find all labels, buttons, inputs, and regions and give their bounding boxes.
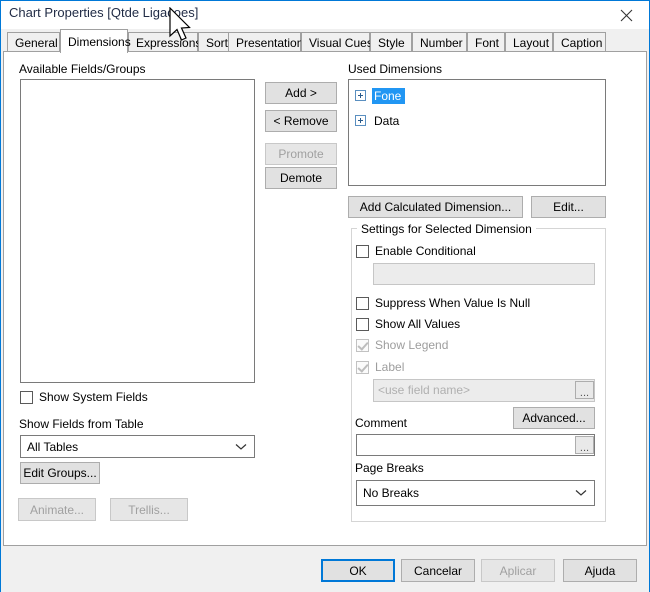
checkbox-box [20, 390, 33, 404]
plus-icon[interactable] [355, 90, 366, 101]
page-breaks-combo[interactable]: No Breaks [356, 480, 595, 506]
chevron-down-icon [235, 440, 247, 454]
used-dimension-item-fone[interactable]: Fone [355, 87, 406, 104]
trellis-button[interactable]: Trellis... [110, 498, 188, 521]
used-dimension-item-data[interactable]: Data [355, 112, 403, 129]
tab-dimensions[interactable]: Dimensions [60, 29, 131, 53]
checkbox-box [356, 296, 369, 310]
chevron-down-icon [575, 486, 587, 500]
promote-button[interactable]: Promote [265, 143, 337, 165]
add-calculated-dimension-button[interactable]: Add Calculated Dimension... [348, 196, 523, 218]
tab-general[interactable]: General [7, 32, 60, 52]
demote-button[interactable]: Demote [265, 167, 337, 189]
tab-style[interactable]: Style [370, 32, 412, 52]
tab-expressions[interactable]: Expressions [128, 32, 201, 52]
tab-layout[interactable]: Layout [505, 32, 553, 52]
available-fields-label: Available Fields/Groups [19, 62, 146, 76]
comment-browse-button[interactable]: ... [575, 436, 594, 454]
edit-dimension-button[interactable]: Edit... [531, 196, 606, 218]
remove-dimension-button[interactable]: < Remove [265, 110, 337, 132]
show-all-values-checkbox[interactable]: Show All Values [356, 317, 460, 331]
checkbox-box [356, 360, 369, 374]
comment-input[interactable] [356, 434, 595, 456]
help-button[interactable]: Ajuda [563, 559, 637, 582]
used-dimensions-label: Used Dimensions [348, 62, 443, 76]
cancel-button[interactable]: Cancelar [401, 559, 475, 582]
window-title: Chart Properties [Qtde Ligacoes] [9, 5, 199, 20]
enable-conditional-checkbox[interactable]: Enable Conditional [356, 244, 476, 258]
tab-font[interactable]: Font [467, 32, 505, 52]
tab-visual-cues[interactable]: Visual Cues [301, 32, 373, 52]
tab-presentation[interactable]: Presentation [228, 32, 303, 52]
checkbox-box [356, 338, 369, 352]
animate-button[interactable]: Animate... [18, 498, 96, 521]
tab-strip: General Dimensions Expressions Sort Pres… [1, 29, 649, 53]
show-all-values-label: Show All Values [375, 317, 461, 331]
apply-button[interactable]: Aplicar [481, 559, 555, 582]
enable-conditional-label: Enable Conditional [375, 244, 476, 258]
chart-properties-dialog: Chart Properties [Qtde Ligacoes] General… [0, 0, 650, 592]
table-filter-combo[interactable]: All Tables [20, 435, 255, 458]
dialog-footer: OK Cancelar Aplicar Ajuda [1, 547, 649, 592]
label-checkbox[interactable]: Label [356, 360, 404, 374]
ok-button[interactable]: OK [321, 559, 395, 582]
edit-groups-button[interactable]: Edit Groups... [20, 462, 100, 484]
table-filter-value: All Tables [27, 439, 79, 454]
suppress-when-value-is-null-checkbox[interactable]: Suppress When Value Is Null [356, 296, 530, 310]
checkbox-box [356, 244, 369, 258]
show-legend-checkbox[interactable]: Show Legend [356, 338, 448, 352]
page-breaks-label: Page Breaks [355, 461, 424, 475]
show-system-fields-checkbox[interactable]: Show System Fields [20, 390, 148, 404]
label-field-browse-button[interactable]: ... [575, 381, 594, 399]
used-dimension-label: Data [374, 113, 400, 128]
title-bar: Chart Properties [Qtde Ligacoes] [1, 1, 649, 29]
checkbox-box [356, 317, 369, 331]
tab-caption[interactable]: Caption [553, 32, 606, 52]
comment-label: Comment [355, 416, 408, 430]
dimensions-tab-page: Available Fields/Groups Show System Fiel… [3, 51, 647, 546]
plus-icon[interactable] [355, 115, 366, 126]
tab-number[interactable]: Number [412, 32, 467, 52]
advanced-button[interactable]: Advanced... [513, 407, 595, 429]
settings-group-title: Settings for Selected Dimension [357, 222, 536, 236]
used-dimensions-list[interactable]: Fone Data [348, 79, 606, 186]
show-system-fields-label: Show System Fields [39, 390, 148, 404]
conditional-expression-input[interactable] [373, 263, 595, 285]
label-field-placeholder: <use field name> [378, 383, 471, 397]
show-legend-label: Show Legend [375, 338, 449, 352]
used-dimension-label: Fone [372, 87, 406, 104]
add-dimension-button[interactable]: Add > [265, 82, 337, 104]
close-icon[interactable] [603, 1, 649, 29]
available-fields-list[interactable] [20, 79, 255, 383]
suppress-when-value-is-null-label: Suppress When Value Is Null [375, 296, 531, 310]
label-field-input[interactable]: <use field name> [373, 379, 595, 402]
show-fields-from-table-label: Show Fields from Table [19, 417, 144, 431]
label-checkbox-label: Label [375, 360, 405, 374]
page-breaks-value: No Breaks [363, 486, 420, 500]
